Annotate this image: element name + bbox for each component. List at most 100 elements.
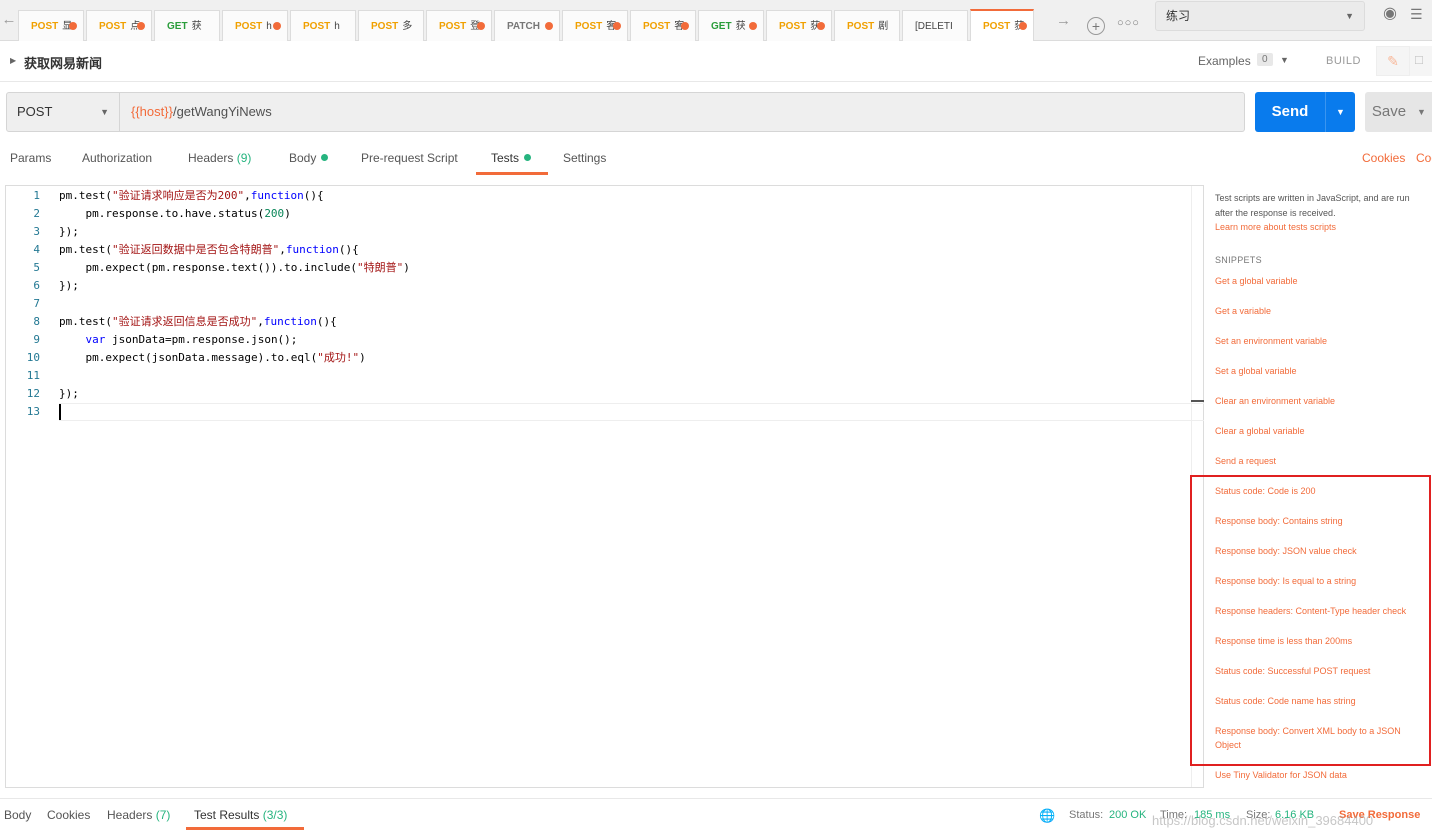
sliders-icon[interactable]: ☰ bbox=[1410, 1, 1432, 29]
comment-icon[interactable]: □ bbox=[1410, 46, 1432, 76]
code-line: 1 pm.test("验证请求响应是否为200",function(){ bbox=[6, 187, 1191, 205]
snippet-link[interactable]: Get a variable bbox=[1215, 304, 1432, 318]
tab-headers[interactable]: Headers (9) bbox=[188, 151, 251, 165]
tab-label: Body bbox=[4, 808, 32, 822]
tab-label: Authorization bbox=[82, 151, 153, 165]
pencil-icon[interactable]: ✎ bbox=[1376, 46, 1410, 76]
learn-more-link[interactable]: Learn more about tests scripts bbox=[1215, 222, 1336, 232]
snippet-link[interactable]: Get a global variable bbox=[1215, 274, 1432, 288]
environment-select[interactable]: 练习 ▼ bbox=[1155, 1, 1365, 31]
response-tab-headers[interactable]: Headers (7) bbox=[107, 808, 170, 822]
snippet-link[interactable]: Clear a global variable bbox=[1215, 424, 1432, 438]
line-number: 6 bbox=[33, 279, 40, 292]
snippet-link[interactable]: Use Tiny Validator for JSON data bbox=[1215, 768, 1432, 782]
code-token: }); bbox=[59, 387, 79, 400]
chevron-down-icon[interactable]: ▼ bbox=[1280, 55, 1289, 65]
line-code: pm.expect(pm.response.text()).to.include… bbox=[59, 259, 409, 277]
code-token: "验证请求响应是否为200" bbox=[111, 189, 245, 202]
code-line: 13 bbox=[6, 403, 1191, 421]
request-tab[interactable]: POST获 bbox=[970, 9, 1034, 41]
response-tab-body[interactable]: Body bbox=[4, 808, 31, 822]
examples-label[interactable]: Examples bbox=[1198, 54, 1251, 68]
globe-icon[interactable]: 🌐 bbox=[1039, 808, 1055, 824]
unsaved-dot-icon bbox=[477, 22, 485, 30]
request-tab[interactable]: POST 登 bbox=[426, 10, 492, 41]
code-line: 4 pm.test("验证返回数据中是否包含特朗普",function(){ bbox=[6, 241, 1191, 259]
chevron-down-icon: ▼ bbox=[1345, 11, 1354, 21]
request-tab-name: h bbox=[266, 21, 272, 32]
tab-params[interactable]: Params bbox=[10, 151, 51, 165]
arrow-right-icon[interactable]: → bbox=[1056, 12, 1071, 29]
request-tab[interactable]: POST 客 bbox=[562, 10, 628, 41]
request-tab-name: 获 bbox=[191, 21, 202, 32]
line-number: 11 bbox=[26, 369, 40, 382]
tab-count: (7) bbox=[152, 808, 171, 822]
tab-pre-request-script[interactable]: Pre-request Script bbox=[361, 151, 458, 165]
request-tab[interactable]: POST 多 bbox=[358, 10, 424, 41]
request-tab[interactable]: POST 点 bbox=[86, 10, 152, 41]
tab-settings[interactable]: Settings bbox=[563, 151, 606, 165]
url-variable: {{host}} bbox=[131, 104, 173, 119]
code-line: 12}); bbox=[6, 385, 1191, 403]
snippet-link[interactable]: Send a request bbox=[1215, 454, 1432, 468]
code-token: (){ bbox=[338, 243, 359, 256]
unsaved-dot-icon bbox=[817, 22, 825, 30]
request-tab[interactable]: POST 显 bbox=[18, 10, 84, 41]
tab-authorization[interactable]: Authorization bbox=[82, 151, 152, 165]
send-button[interactable]: Send bbox=[1255, 92, 1325, 132]
eye-icon[interactable]: ◉ bbox=[1376, 1, 1404, 29]
snippet-link[interactable]: Set a global variable bbox=[1215, 364, 1432, 378]
method-select[interactable]: POST ▼ bbox=[6, 92, 120, 132]
request-tab[interactable]: POST h bbox=[290, 10, 356, 41]
plus-circle-icon[interactable]: + bbox=[1087, 17, 1105, 35]
status-value[interactable]: 200 OK bbox=[1109, 809, 1146, 821]
request-tab-method: POST bbox=[439, 21, 467, 32]
request-name[interactable]: 获取网易新闻 bbox=[24, 53, 102, 72]
request-tab[interactable]: PATCH bbox=[494, 10, 560, 41]
request-tab-method: POST bbox=[235, 21, 263, 32]
snippet-link[interactable]: Set an environment variable bbox=[1215, 334, 1432, 348]
response-tab-test-results[interactable]: Test Results (3/3) bbox=[194, 808, 287, 822]
request-tab[interactable]: GET 获 bbox=[698, 10, 764, 41]
line-code: pm.test("验证请求响应是否为200",function(){ bbox=[59, 187, 324, 205]
save-options-chevron-icon[interactable]: ▼ bbox=[1413, 92, 1432, 132]
line-code: var jsonData=pm.response.json(); bbox=[59, 331, 298, 349]
request-tab[interactable]: POST 客 bbox=[630, 10, 696, 41]
line-number: 12 bbox=[26, 387, 40, 400]
tests-script-editor[interactable]: 1 pm.test("验证请求响应是否为200",function(){2 pm.… bbox=[5, 185, 1204, 788]
code-token: pm.expect(pm.response.text()).to.include… bbox=[59, 261, 358, 274]
unsaved-dot-icon bbox=[137, 22, 145, 30]
request-name-row: ▶ 获取网易新闻 Examples 0 ▼ BUILD ✎ □ bbox=[0, 41, 1432, 82]
more-icon[interactable]: ○○○ bbox=[1117, 17, 1140, 29]
response-tab-cookies[interactable]: Cookies bbox=[47, 808, 90, 822]
build-label[interactable]: BUILD bbox=[1326, 55, 1361, 67]
code-link[interactable]: Code bbox=[1416, 151, 1432, 165]
code-token: }); bbox=[59, 225, 79, 238]
request-tab[interactable]: POST h bbox=[222, 10, 288, 41]
arrow-left-icon[interactable]: ← bbox=[0, 10, 18, 30]
tab-body[interactable]: Body bbox=[289, 151, 329, 165]
caret-right-icon[interactable]: ▶ bbox=[10, 56, 16, 65]
code-line: 2 pm.response.to.have.status(200) bbox=[6, 205, 1191, 223]
snippet-link[interactable]: Clear an environment variable bbox=[1215, 394, 1432, 408]
line-code: }); bbox=[59, 223, 79, 241]
request-tab[interactable]: GET 获 bbox=[154, 10, 220, 41]
unsaved-dot-icon bbox=[69, 22, 77, 30]
unsaved-dot-icon bbox=[273, 22, 281, 30]
url-input[interactable]: {{host}}/getWangYiNews bbox=[120, 92, 1245, 132]
send-options-chevron-icon[interactable]: ▼ bbox=[1325, 92, 1355, 132]
save-button[interactable]: Save bbox=[1365, 92, 1413, 132]
request-tab-method: POST bbox=[983, 21, 1011, 32]
request-tab[interactable]: [DELETI bbox=[902, 10, 968, 41]
environment-selected: 练习 bbox=[1166, 9, 1191, 23]
code-line: 11 bbox=[6, 367, 1191, 385]
code-token: "验证返回数据中是否包含特朗普" bbox=[111, 243, 280, 256]
tab-tests[interactable]: Tests bbox=[491, 151, 532, 165]
request-tab-method: [DELETI bbox=[915, 21, 953, 32]
cookies-link[interactable]: Cookies bbox=[1362, 151, 1405, 165]
request-tab[interactable]: POST 剧 bbox=[834, 10, 900, 41]
line-code: pm.test("验证请求返回信息是否成功",function(){ bbox=[59, 313, 337, 331]
request-tab[interactable]: POST获 bbox=[766, 10, 832, 41]
annotation-highlight-box bbox=[1190, 475, 1431, 766]
